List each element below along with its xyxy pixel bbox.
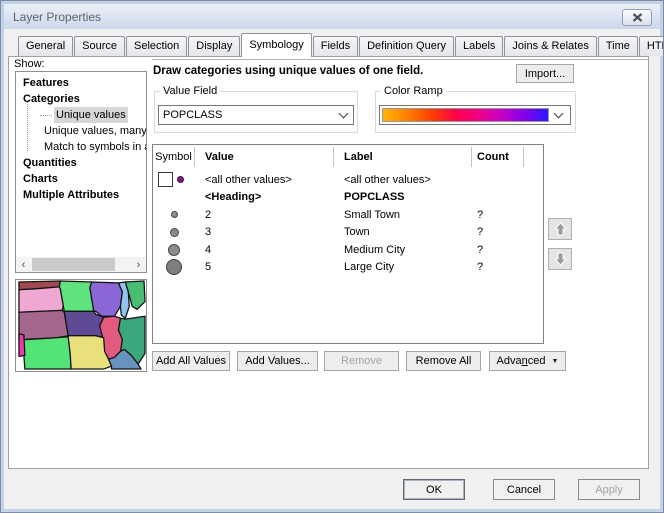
layer-properties-dialog: Layer Properties General Source Selectio… bbox=[0, 0, 664, 513]
table-row[interactable]: <all other values> <all other values> bbox=[153, 171, 543, 189]
color-ramp-label: Color Ramp bbox=[381, 85, 446, 97]
tree-item-multiple-attributes[interactable]: Multiple Attributes bbox=[16, 187, 146, 203]
window-title: Layer Properties bbox=[13, 10, 101, 24]
value-field-selected: POPCLASS bbox=[163, 109, 334, 121]
point-symbol-icon[interactable] bbox=[170, 228, 179, 237]
column-header-value[interactable]: Value bbox=[195, 147, 334, 167]
add-all-values-button[interactable]: Add All Values bbox=[152, 351, 230, 371]
value-field-label: Value Field bbox=[160, 85, 220, 97]
tree-item-match-to-symbols[interactable]: Match to symbols in a bbox=[16, 139, 146, 155]
tree-item-charts[interactable]: Charts bbox=[16, 171, 146, 187]
map-state-shape bbox=[19, 310, 68, 339]
close-button[interactable] bbox=[622, 9, 652, 26]
point-symbol-icon[interactable] bbox=[177, 176, 184, 183]
add-values-button[interactable]: Add Values... bbox=[237, 351, 318, 371]
table-row[interactable]: 4 Medium City ? bbox=[153, 241, 543, 259]
move-up-button[interactable] bbox=[548, 218, 572, 240]
tab-strip: General Source Selection Display Symbolo… bbox=[18, 33, 664, 56]
all-other-values-checkbox[interactable] bbox=[158, 172, 173, 187]
tab-selection[interactable]: Selection bbox=[126, 36, 187, 56]
table-row[interactable]: 2 Small Town ? bbox=[153, 206, 543, 224]
move-down-button[interactable] bbox=[548, 248, 572, 270]
point-symbol-icon[interactable] bbox=[166, 259, 182, 275]
tab-display[interactable]: Display bbox=[188, 36, 240, 56]
map-state-shape bbox=[64, 311, 103, 337]
table-row[interactable]: 5 Large City ? bbox=[153, 259, 543, 277]
remove-button[interactable]: Remove bbox=[324, 351, 399, 371]
tab-fields[interactable]: Fields bbox=[313, 36, 358, 56]
value-field-dropdown[interactable]: POPCLASS bbox=[158, 105, 354, 125]
tab-source[interactable]: Source bbox=[74, 36, 125, 56]
point-symbol-icon[interactable] bbox=[171, 211, 178, 218]
values-table-body: <all other values> <all other values> <H… bbox=[153, 171, 543, 276]
tab-definition-query[interactable]: Definition Query bbox=[359, 36, 454, 56]
remove-all-button[interactable]: Remove All bbox=[406, 351, 481, 371]
color-ramp-dropdown[interactable] bbox=[379, 105, 571, 125]
panel-heading: Draw categories using unique values of o… bbox=[153, 65, 513, 77]
arrow-down-icon bbox=[554, 252, 567, 266]
column-header-symbol[interactable]: Symbol bbox=[153, 147, 195, 167]
title-bar[interactable]: Layer Properties bbox=[4, 4, 660, 29]
color-ramp-swatch bbox=[382, 108, 549, 122]
tab-time[interactable]: Time bbox=[598, 36, 638, 56]
scrollbar-thumb[interactable] bbox=[32, 258, 115, 271]
map-state-shape bbox=[59, 281, 93, 311]
apply-button[interactable]: Apply bbox=[578, 479, 640, 500]
scroll-right-icon[interactable]: › bbox=[131, 257, 146, 272]
show-label: Show: bbox=[14, 58, 45, 70]
map-state-shape bbox=[19, 287, 63, 312]
tab-general[interactable]: General bbox=[18, 36, 73, 56]
table-row[interactable]: 3 Town ? bbox=[153, 224, 543, 242]
map-state-shape bbox=[24, 337, 71, 369]
tree-item-quantities[interactable]: Quantities bbox=[16, 155, 146, 171]
tab-labels[interactable]: Labels bbox=[455, 36, 503, 56]
tree-horizontal-scrollbar[interactable]: ‹ › bbox=[16, 257, 146, 272]
tab-symbology[interactable]: Symbology bbox=[241, 33, 311, 57]
advanced-button[interactable]: Advanced ▼ bbox=[489, 351, 566, 371]
table-row[interactable]: <Heading> POPCLASS bbox=[153, 189, 543, 207]
cancel-button[interactable]: Cancel bbox=[493, 479, 555, 500]
ok-button[interactable]: OK bbox=[403, 479, 465, 500]
show-tree: Features Categories Unique values Unique… bbox=[15, 71, 147, 273]
tree-item-features[interactable]: Features bbox=[16, 75, 146, 91]
column-header-label[interactable]: Label bbox=[334, 147, 472, 167]
point-symbol-icon[interactable] bbox=[168, 244, 180, 256]
tab-html-popup[interactable]: HTML Popup bbox=[639, 36, 664, 56]
import-button[interactable]: Import... bbox=[516, 64, 574, 83]
column-header-count[interactable]: Count bbox=[472, 147, 524, 167]
scroll-left-icon[interactable]: ‹ bbox=[16, 257, 31, 272]
close-icon bbox=[632, 13, 643, 22]
map-preview-image bbox=[16, 280, 146, 371]
chevron-down-icon bbox=[339, 109, 349, 119]
tree-item-unique-values[interactable]: Unique values bbox=[16, 107, 146, 123]
map-state-shape bbox=[90, 282, 123, 316]
chevron-down-icon bbox=[554, 109, 564, 119]
map-state-shape bbox=[19, 334, 25, 357]
panel-top-divider bbox=[152, 59, 649, 60]
tab-joins-relates[interactable]: Joins & Relates bbox=[504, 36, 596, 56]
dropdown-arrow-icon: ▼ bbox=[552, 358, 559, 365]
tree-item-unique-values-many[interactable]: Unique values, many bbox=[16, 123, 146, 139]
tree-item-categories[interactable]: Categories bbox=[16, 91, 146, 107]
tree-guide-icon bbox=[40, 115, 52, 116]
values-table: Symbol Value Label Count <all other valu… bbox=[152, 144, 544, 344]
tree-guide-line bbox=[27, 102, 28, 151]
arrow-up-icon bbox=[554, 222, 567, 236]
map-preview bbox=[15, 279, 147, 372]
values-table-header: Symbol Value Label Count bbox=[153, 145, 543, 169]
